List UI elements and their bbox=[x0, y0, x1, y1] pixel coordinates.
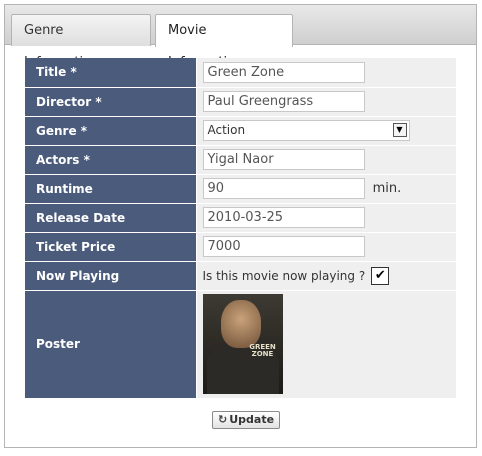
genre-select-value: Action bbox=[207, 123, 246, 137]
actors-input[interactable]: Yigal Naor bbox=[202, 149, 365, 170]
tab-movie-information[interactable]: Movie Information bbox=[155, 14, 293, 70]
poster-image-title: GREEN ZONE bbox=[249, 343, 276, 358]
now-playing-question: Is this movie now playing ? bbox=[202, 268, 366, 283]
row-director: Director * Paul Greengrass bbox=[25, 87, 456, 117]
now-playing-checkbox[interactable]: ✔ bbox=[371, 266, 390, 285]
chevron-down-icon[interactable]: ▼ bbox=[392, 123, 407, 137]
now-playing-label: Now Playing bbox=[25, 261, 197, 291]
refresh-icon: ↻ bbox=[218, 413, 228, 426]
runtime-label: Runtime bbox=[25, 174, 197, 204]
update-button[interactable]: ↻ Update bbox=[212, 411, 281, 429]
update-button-label: Update bbox=[229, 413, 275, 426]
release-date-input[interactable]: 2010-03-25 bbox=[202, 207, 365, 228]
row-poster: Poster GREEN ZONE bbox=[25, 290, 456, 399]
tab-genre-information[interactable]: Genre Information bbox=[11, 14, 151, 70]
runtime-input[interactable]: 90 bbox=[202, 178, 365, 199]
title-input[interactable]: Green Zone bbox=[202, 61, 365, 83]
row-actors: Actors * Yigal Naor bbox=[25, 145, 456, 175]
director-label: Director * bbox=[25, 87, 197, 117]
release-date-label: Release Date bbox=[25, 203, 197, 233]
checkmark-icon: ✔ bbox=[374, 267, 386, 283]
row-title: Title * Green Zone bbox=[25, 58, 456, 88]
runtime-unit: min. bbox=[372, 181, 402, 196]
genre-label: Genre * bbox=[25, 116, 197, 146]
genre-select[interactable]: Action ▼ bbox=[202, 120, 410, 141]
poster-label: Poster bbox=[25, 290, 197, 399]
row-runtime: Runtime 90 min. bbox=[25, 174, 456, 204]
row-now-playing: Now Playing Is this movie now playing ? … bbox=[25, 261, 456, 291]
title-label: Title * bbox=[25, 58, 197, 88]
movie-form-panel: Genre Information Movie Information Titl… bbox=[4, 4, 477, 448]
director-input[interactable]: Paul Greengrass bbox=[202, 91, 365, 112]
ticket-price-label: Ticket Price bbox=[25, 232, 197, 262]
actors-label: Actors * bbox=[25, 145, 197, 175]
row-ticket-price: Ticket Price 7000 bbox=[25, 232, 456, 262]
row-release-date: Release Date 2010-03-25 bbox=[25, 203, 456, 233]
row-genre: Genre * Action ▼ bbox=[25, 116, 456, 146]
tab-bar: Genre Information Movie Information bbox=[5, 5, 476, 70]
movie-form-table: Title * Green Zone Director * Paul Green… bbox=[25, 58, 456, 399]
poster-image: GREEN ZONE bbox=[202, 294, 283, 394]
ticket-price-input[interactable]: 7000 bbox=[202, 236, 365, 257]
